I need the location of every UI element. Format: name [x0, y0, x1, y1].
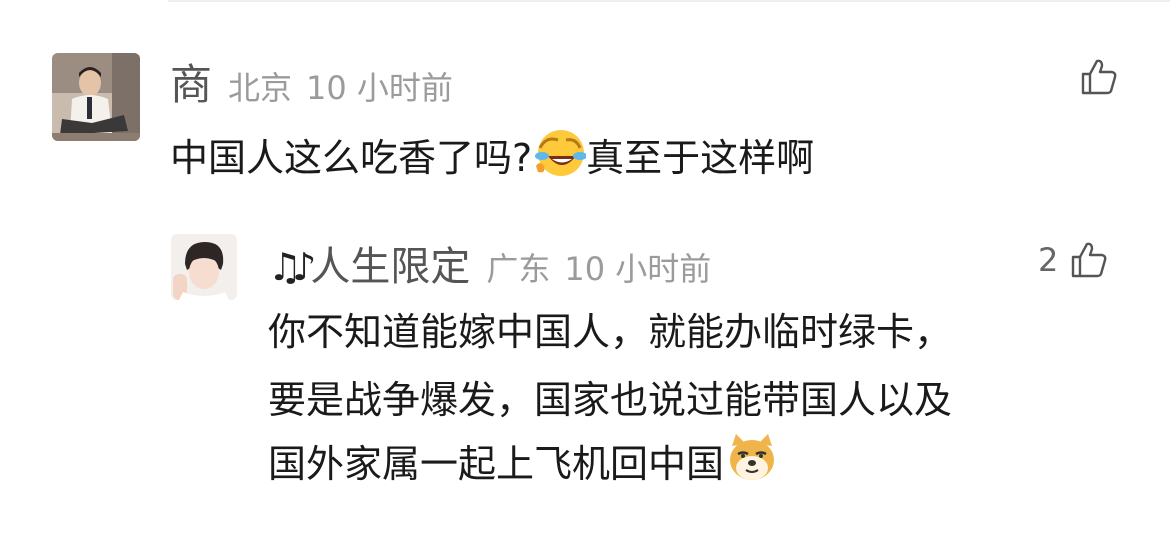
avatar[interactable]	[52, 53, 140, 141]
reply-username[interactable]: 人生限定	[310, 242, 470, 292]
reply-line-last: 国外家属一起上飞机回中国	[268, 432, 778, 501]
username[interactable]: 商	[170, 60, 212, 110]
thumbs-up-icon	[1072, 242, 1107, 278]
avatar-photo-man	[52, 53, 140, 141]
comment-text-continued: 真至于这样啊	[586, 136, 815, 180]
comment-meta: 商 北京 10 小时前	[170, 60, 453, 113]
comment-body: 中国人这么吃香了吗? 真至于这样啊	[170, 126, 814, 195]
reply-avatar[interactable]	[171, 234, 237, 300]
reply-line: 你不知道能嫁中国人，就能办临时绿卡，	[268, 310, 953, 354]
timestamp: 10 小时前	[306, 69, 453, 107]
crying-laughing-emoji	[534, 126, 588, 195]
reply-meta: ♫♪ 人生限定 广东 10 小时前	[268, 242, 711, 294]
reply-like-button[interactable]: 2	[1038, 240, 1108, 280]
doge-emoji	[726, 432, 778, 501]
reply-line: 国外家属一起上飞机回中国	[268, 442, 725, 486]
avatar-photo-boy	[171, 234, 237, 300]
music-notes-icon: ♫♪	[268, 245, 316, 289]
top-divider	[168, 0, 1170, 2]
like-button[interactable]	[1080, 58, 1118, 96]
reply-location: 广东	[486, 250, 551, 288]
location: 北京	[228, 69, 293, 107]
reply-line: 要是战争爆发，国家也说过能带国人以及	[268, 378, 953, 422]
comment-text: 中国人这么吃香了吗?	[170, 136, 533, 180]
like-count: 2	[1038, 241, 1059, 279]
thumbs-up-icon	[1081, 59, 1117, 95]
reply-timestamp: 10 小时前	[564, 250, 712, 288]
